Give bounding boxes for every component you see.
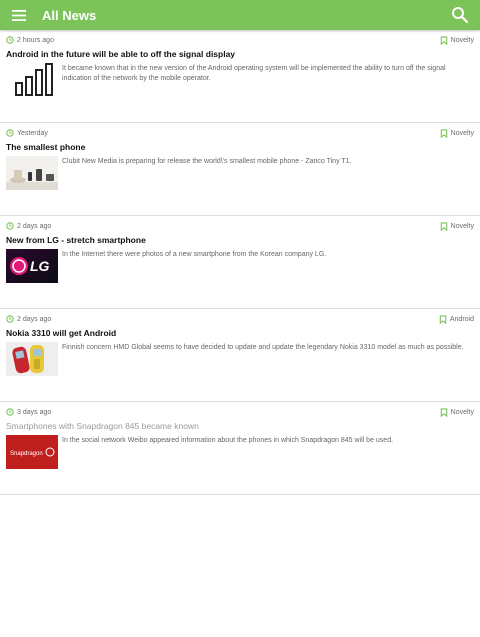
news-title[interactable]: Android in the future will be able to of…: [6, 49, 474, 59]
app-title: All News: [42, 7, 97, 23]
news-title[interactable]: The smallest phone: [6, 142, 474, 152]
news-item[interactable]: 2 days ago Android Nokia 3310 will get A…: [0, 309, 480, 402]
news-item[interactable]: 2 hours ago Novelty Android in the futur…: [0, 30, 480, 123]
news-meta: 2 days ago: [6, 315, 51, 323]
news-category-label: Novelty: [450, 37, 474, 44]
bookmark-icon: [440, 408, 447, 417]
lg-logo-image: LG: [6, 249, 58, 283]
news-summary: In the social network Weibo appeared inf…: [62, 437, 394, 444]
news-meta: 2 days ago: [6, 222, 51, 230]
bookmark-icon: [440, 36, 447, 45]
news-time: 2 days ago: [17, 222, 52, 230]
clock-icon: [6, 408, 14, 416]
news-meta: 2 hours ago: [6, 36, 54, 44]
news-title[interactable]: Smartphones with Snapdragon 845 became k…: [6, 421, 474, 431]
news-list: 2 hours ago Novelty Android in the futur…: [0, 30, 480, 495]
news-item[interactable]: Yesterday Novelty The smallest phone Clu…: [0, 123, 480, 216]
clock-icon: [6, 129, 14, 137]
news-category: Novelty: [440, 408, 474, 417]
hamburger-menu-icon: [12, 9, 26, 21]
news-category-label: Novelty: [450, 223, 474, 230]
news-summary: Clubit New Media is preparing for releas…: [62, 158, 352, 165]
news-category: Novelty: [440, 36, 474, 45]
news-time: Yesterday: [17, 129, 48, 137]
snapdragon-image: Snapdragon: [6, 435, 58, 469]
news-category: Novelty: [440, 222, 474, 231]
news-item[interactable]: 3 days ago Novelty Smartphones with Snap…: [0, 402, 480, 495]
news-category: Android: [439, 315, 474, 324]
clock-icon: [6, 315, 14, 323]
signal-bars-image: [6, 63, 58, 97]
news-item[interactable]: 2 days ago Novelty New from LG - stretch…: [0, 216, 480, 309]
search-icon: [452, 7, 469, 24]
news-time: 2 days ago: [17, 315, 52, 323]
snapdragon-logo-text: Snapdragon: [10, 451, 43, 457]
news-category: Novelty: [440, 129, 474, 138]
small-phone-image: [6, 156, 58, 190]
news-category-label: Android: [449, 316, 474, 323]
svg-text:LG: LG: [30, 258, 50, 274]
news-summary: In the Internet there were photos of a n…: [62, 251, 327, 258]
news-meta: Yesterday: [6, 129, 48, 137]
clock-icon: [6, 222, 14, 230]
news-time: 2 hours ago: [17, 36, 54, 44]
news-category-label: Novelty: [450, 130, 474, 137]
news-category-label: Novelty: [450, 409, 474, 416]
news-meta: 3 days ago: [6, 408, 51, 416]
news-title[interactable]: Nokia 3310 will get Android: [6, 328, 474, 338]
news-title[interactable]: New from LG - stretch smartphone: [6, 235, 474, 245]
news-summary: Finnish concern HMD Global seems to have…: [62, 344, 464, 351]
menu-button[interactable]: [0, 0, 38, 30]
search-button[interactable]: [450, 5, 470, 25]
app-bar: All News: [0, 0, 480, 30]
nokia-phones-image: [6, 342, 58, 376]
bookmark-icon: [439, 315, 447, 324]
news-summary: It became known that in the new version …: [62, 65, 446, 82]
bookmark-icon: [440, 129, 447, 138]
bookmark-icon: [440, 222, 447, 231]
news-time: 3 days ago: [17, 408, 52, 416]
clock-icon: [6, 36, 14, 44]
